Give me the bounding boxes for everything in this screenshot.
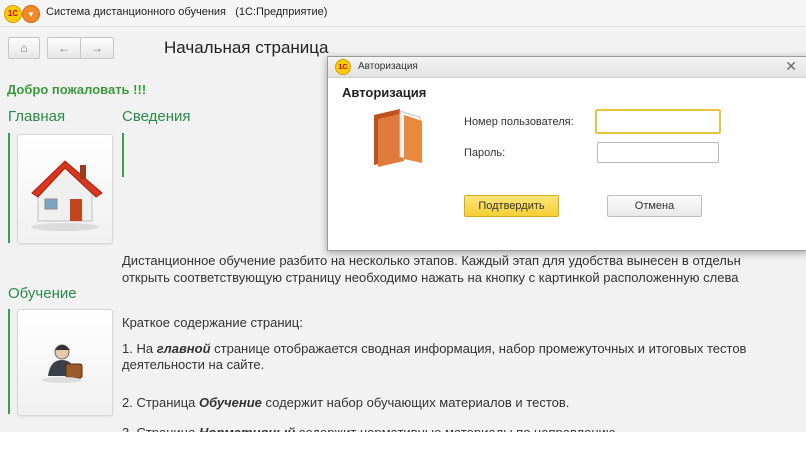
learning-tile-button[interactable] [17, 309, 113, 416]
authorization-dialog: 1С Авторизация ✕ Авторизация Номер польз… [327, 56, 806, 251]
app-title-name: Система дистанционного обучения [46, 6, 227, 18]
close-icon[interactable]: ✕ [785, 58, 797, 75]
summary-item-1: 1. На главной странице отображается свод… [122, 340, 746, 357]
forward-button[interactable]: → [80, 37, 114, 59]
section-info-label[interactable]: Сведения [122, 108, 191, 125]
back-button[interactable]: ← [47, 37, 81, 59]
dialog-window-title: Авторизация [358, 61, 418, 72]
cancel-button[interactable]: Отмена [607, 195, 702, 217]
section-main-divider [8, 133, 10, 243]
1c-logo-icon: 1С [335, 59, 351, 75]
welcome-text: Добро пожаловать !!! [7, 82, 147, 97]
user-number-label: Номер пользователя: [464, 116, 574, 128]
house-icon [31, 160, 103, 231]
summary-item-2-prefix: 2. Страница [122, 395, 199, 410]
intro-line-1: Дистанционное обучение разбито на нескол… [122, 253, 741, 268]
folder-icon [374, 109, 422, 167]
section-learning-label[interactable]: Обучение [8, 285, 77, 302]
section-learning-divider [8, 309, 10, 414]
arrow-left-icon: ← [58, 41, 70, 55]
summary-item-1-text: странице отображается сводная информация… [210, 341, 747, 356]
section-main-label[interactable]: Главная [8, 108, 65, 125]
user-number-input[interactable] [595, 109, 721, 134]
arrow-right-icon: → [91, 41, 103, 55]
main-page-tile-button[interactable] [17, 134, 113, 244]
confirm-button[interactable]: Подтвердить [464, 195, 559, 217]
title-bar: 1С ▾ Система дистанционного обучения (1С… [0, 0, 806, 27]
main-page-link-text: главной [156, 341, 211, 356]
bottom-area [0, 432, 806, 452]
page-title: Начальная страница [164, 38, 329, 57]
student-icon [42, 344, 83, 383]
dialog-title-bar[interactable]: 1С Авторизация ✕ [328, 57, 806, 78]
learning-page-link-text: Обучение [198, 395, 262, 410]
password-input[interactable] [597, 142, 719, 163]
summary-item-2: 2. Страница Обучение содержит набор обуч… [122, 394, 569, 411]
app-title-platform: (1С:Предприятие) [235, 6, 328, 18]
summary-item-1-line-2: деятельности на сайте. [122, 357, 265, 372]
summary-heading: Краткое содержание страниц: [122, 315, 303, 330]
home-button[interactable]: ⌂ [8, 37, 40, 59]
section-info-divider [122, 133, 124, 177]
main-menu-icon[interactable]: ▾ [22, 5, 40, 23]
intro-line-2: открыть соответствующую страницу необход… [122, 270, 739, 285]
app-title: Система дистанционного обучения (1С:Пред… [46, 6, 327, 18]
1c-logo-icon: 1С [4, 5, 22, 23]
home-icon: ⌂ [20, 41, 28, 55]
dialog-heading: Авторизация [342, 85, 427, 100]
summary-item-2-text: содержит набор обучающих материалов и те… [261, 395, 570, 410]
password-label: Пароль: [464, 147, 506, 159]
summary-item-1-prefix: 1. На [122, 341, 157, 356]
